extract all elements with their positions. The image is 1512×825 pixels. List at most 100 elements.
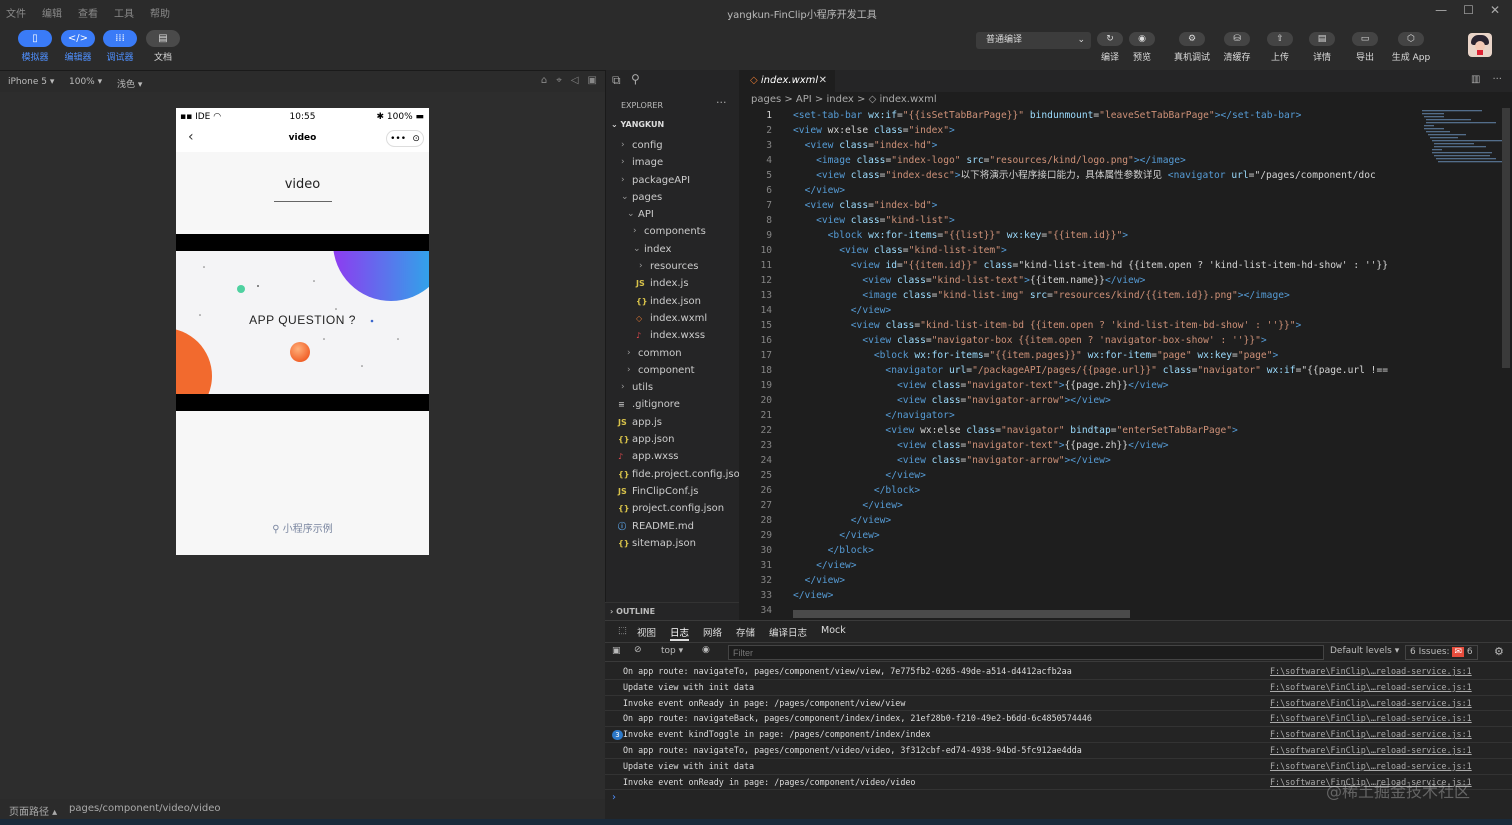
- menu-edit[interactable]: 编辑: [42, 5, 62, 20]
- tree-item-resources[interactable]: › resources: [606, 258, 740, 275]
- outline-section[interactable]: › OUTLINE: [605, 602, 739, 620]
- device-debug-button[interactable]: ⚙ 真机调试: [1170, 32, 1214, 63]
- upload-button[interactable]: ⇧ 上传: [1258, 32, 1302, 63]
- preview-button[interactable]: ◉ 预览: [1120, 32, 1164, 63]
- horizontal-scrollbar[interactable]: [793, 610, 1130, 618]
- more-icon[interactable]: ···: [1492, 74, 1502, 85]
- console-filter-input[interactable]: [728, 645, 1324, 660]
- console-prompt[interactable]: ›: [612, 792, 616, 803]
- close-circle-icon[interactable]: ⊙: [412, 134, 420, 144]
- code-line[interactable]: 9 <block wx:for-items="{{list}}" wx:key=…: [739, 228, 1414, 243]
- settings-gear-icon[interactable]: ⚙: [1494, 645, 1504, 658]
- files-icon[interactable]: ⧉: [612, 73, 621, 88]
- tree-item--gitignore[interactable]: ≡ .gitignore: [606, 396, 740, 413]
- close-window-button[interactable]: ✕: [1490, 3, 1500, 17]
- tree-item-components[interactable]: › components: [606, 223, 740, 240]
- generate-app-button[interactable]: ⬡ 生成 App: [1389, 32, 1433, 63]
- code-line[interactable]: 17 <block wx:for-items="{{item.pages}}" …: [739, 348, 1414, 363]
- more-icon[interactable]: •••: [390, 134, 406, 144]
- code-line[interactable]: 10 <view class="kind-list-item">: [739, 243, 1414, 258]
- export-button[interactable]: ▭ 导出: [1343, 32, 1387, 63]
- code-line[interactable]: 4 <image class="index-logo" src="resourc…: [739, 153, 1414, 168]
- footer-link[interactable]: ⚲ 小程序示例: [176, 520, 429, 535]
- code-line[interactable]: 18 <navigator url="/packageAPI/pages/{{p…: [739, 363, 1414, 378]
- editor-toggle-button[interactable]: </> 编辑器: [59, 30, 97, 63]
- close-tab-icon[interactable]: ✕: [819, 70, 827, 92]
- search-icon[interactable]: ⚲: [631, 72, 640, 86]
- console-log-entry[interactable]: On app route: navigateTo, pages/componen…: [605, 664, 1512, 680]
- console-log-entry[interactable]: Update view with init data F:\software\Fi…: [605, 759, 1512, 775]
- device-select[interactable]: iPhone 5 ▾: [8, 77, 54, 87]
- sidebar-toggle-icon[interactable]: ▣: [612, 646, 621, 656]
- clear-console-icon[interactable]: ⊘: [634, 645, 642, 655]
- details-button[interactable]: ▤ 详情: [1300, 32, 1344, 63]
- log-source-link[interactable]: F:\software\FinClip\…reload-service.js:1: [1270, 743, 1472, 759]
- code-line[interactable]: 24 <view class="navigator-arrow"></view>: [739, 453, 1414, 468]
- console-log-entry[interactable]: On app route: navigateTo, pages/componen…: [605, 743, 1512, 759]
- console-log-entry[interactable]: 3 Invoke event kindToggle in page: /pages…: [605, 727, 1512, 743]
- log-source-link[interactable]: F:\software\FinClip\…reload-service.js:1: [1270, 664, 1472, 680]
- code-line[interactable]: 32 </view>: [739, 573, 1414, 588]
- tree-item-finclipconf-js[interactable]: JS FinClipConf.js: [606, 483, 740, 500]
- clear-cache-button[interactable]: ⛁ 清缓存: [1215, 32, 1259, 63]
- screen-icon[interactable]: ▣: [588, 75, 597, 86]
- tab-view[interactable]: 视图: [637, 625, 656, 639]
- tab-mock[interactable]: Mock: [821, 625, 846, 636]
- tree-item-utils[interactable]: › utils: [606, 379, 740, 396]
- tree-item-index-js[interactable]: JS index.js: [606, 275, 740, 292]
- code-line[interactable]: 22 <view wx:else class="navigator" bindt…: [739, 423, 1414, 438]
- tree-item-index-json[interactable]: {} index.json: [606, 293, 740, 310]
- docs-button[interactable]: ▤ 文档: [144, 30, 182, 63]
- issues-button[interactable]: 6 Issues: ✉ 6: [1405, 645, 1478, 660]
- code-line[interactable]: 14 </view>: [739, 303, 1414, 318]
- menu-help[interactable]: 帮助: [150, 5, 170, 20]
- menu-view[interactable]: 查看: [78, 5, 98, 20]
- code-line[interactable]: 16 <view class="navigator-box {{item.ope…: [739, 333, 1414, 348]
- breadcrumb[interactable]: pages > API > index > ◇ index.wxml: [739, 92, 1512, 108]
- log-source-link[interactable]: F:\software\FinClip\…reload-service.js:1: [1270, 680, 1472, 696]
- tab-storage[interactable]: 存储: [736, 625, 755, 639]
- tree-item-app-json[interactable]: {} app.json: [606, 431, 740, 448]
- tree-item-index[interactable]: ⌄ index: [606, 241, 740, 258]
- menu-file[interactable]: 文件: [6, 5, 26, 20]
- tree-item-image[interactable]: › image: [606, 154, 740, 171]
- tab-network[interactable]: 网络: [703, 625, 722, 639]
- project-root[interactable]: ⌄ YANGKUN: [611, 120, 664, 129]
- tree-item-common[interactable]: › common: [606, 345, 740, 362]
- code-line[interactable]: 7 <view class="index-bd">: [739, 198, 1414, 213]
- tree-item-sitemap-json[interactable]: {} sitemap.json: [606, 535, 740, 552]
- log-source-link[interactable]: F:\software\FinClip\…reload-service.js:1: [1270, 759, 1472, 775]
- editor-scrollbar[interactable]: [1502, 108, 1510, 368]
- code-line[interactable]: 12 <view class="kind-list-text">{{item.n…: [739, 273, 1414, 288]
- code-line[interactable]: 13 <image class="kind-list-img" src="res…: [739, 288, 1414, 303]
- code-line[interactable]: 11 <view id="{{item.id}}" class="kind-li…: [739, 258, 1414, 273]
- console-log-entry[interactable]: Invoke event onReady in page: /pages/com…: [605, 696, 1512, 712]
- theme-select[interactable]: 浅色 ▾: [117, 77, 142, 90]
- tree-item-packageapi[interactable]: › packageAPI: [606, 172, 740, 189]
- split-editor-icon[interactable]: ▥: [1471, 74, 1480, 85]
- capsule-menu[interactable]: ••• ⊙: [386, 130, 424, 147]
- code-line[interactable]: 15 <view class="kind-list-item-bd {{item…: [739, 318, 1414, 333]
- tree-item-index-wxss[interactable]: ♪ index.wxss: [606, 327, 740, 344]
- compile-mode-select[interactable]: 普通编译 ⌄: [976, 32, 1091, 49]
- code-line[interactable]: 6 </view>: [739, 183, 1414, 198]
- log-source-link[interactable]: F:\software\FinClip\…reload-service.js:1: [1270, 727, 1472, 743]
- zoom-select[interactable]: 100% ▾: [69, 77, 102, 87]
- tab-index-wxml[interactable]: ◇ index.wxml ✕: [739, 70, 835, 92]
- location-icon[interactable]: ⌖: [556, 75, 562, 86]
- tab-log[interactable]: 日志: [670, 625, 690, 641]
- code-line[interactable]: 19 <view class="navigator-text">{{page.z…: [739, 378, 1414, 393]
- code-line[interactable]: 1 <set-tab-bar wx:if="{{isSetTabBarPage}}…: [739, 108, 1414, 123]
- code-line[interactable]: 20 <view class="navigator-arrow"></view>: [739, 393, 1414, 408]
- menu-tools[interactable]: 工具: [114, 5, 134, 20]
- code-line[interactable]: 27 </view>: [739, 498, 1414, 513]
- tree-item-app-wxss[interactable]: ♪ app.wxss: [606, 448, 740, 465]
- video-player[interactable]: APP QUESTION ?: [176, 251, 429, 394]
- code-line[interactable]: 21 </navigator>: [739, 408, 1414, 423]
- log-source-link[interactable]: F:\software\FinClip\…reload-service.js:1: [1270, 711, 1472, 727]
- maximize-button[interactable]: ☐: [1463, 3, 1474, 17]
- code-line[interactable]: 29 </view>: [739, 528, 1414, 543]
- code-line[interactable]: 28 </view>: [739, 513, 1414, 528]
- tab-compile-log[interactable]: 编译日志: [769, 625, 807, 639]
- simulator-toggle-button[interactable]: ▯ 模拟器: [16, 30, 54, 63]
